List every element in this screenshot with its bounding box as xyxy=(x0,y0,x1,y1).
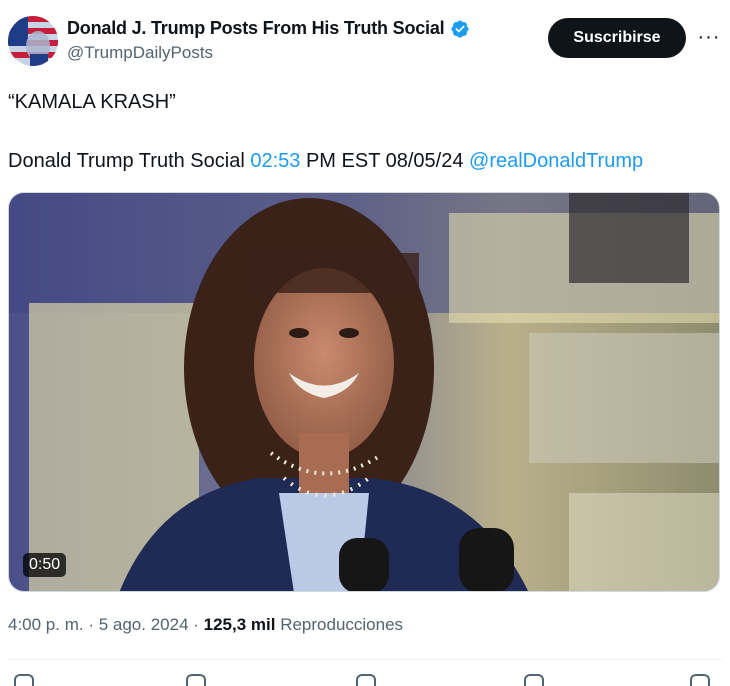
avatar-flag-image xyxy=(8,16,58,66)
more-options-icon[interactable]: ··· xyxy=(696,24,722,50)
views-label: Reproducciones xyxy=(275,615,404,634)
video-player[interactable]: 0:50 xyxy=(8,192,720,592)
post-text-line-1: “KAMALA KRASH” xyxy=(8,91,176,113)
video-thumbnail xyxy=(9,193,719,591)
like-icon[interactable] xyxy=(356,674,376,686)
post-text-line-2: Donald Trump Truth Social 02:53 PM EST 0… xyxy=(8,150,643,173)
divider xyxy=(8,659,722,660)
post-text-middle: PM EST 08/05/24 xyxy=(300,150,470,172)
reply-icon[interactable] xyxy=(14,674,34,686)
author-name[interactable]: Donald J. Trump Posts From His Truth Soc… xyxy=(67,18,445,39)
time-link[interactable]: 02:53 xyxy=(250,150,300,172)
share-icon[interactable] xyxy=(690,674,710,686)
bookmark-icon[interactable] xyxy=(524,674,544,686)
meta-separator: · xyxy=(83,615,99,634)
post-time[interactable]: 4:00 p. m. xyxy=(8,615,84,634)
author-handle[interactable]: @TrumpDailyPosts xyxy=(67,43,470,63)
post-text-prefix: Donald Trump Truth Social xyxy=(8,150,251,172)
verified-badge-icon xyxy=(451,19,470,38)
avatar[interactable] xyxy=(8,16,58,66)
video-duration-badge: 0:50 xyxy=(23,553,67,577)
subscribe-button[interactable]: Suscribirse xyxy=(548,18,686,58)
views-count: 125,3 mil xyxy=(203,615,276,634)
meta-separator: · xyxy=(188,615,204,634)
mention-link[interactable]: @realDonaldTrump xyxy=(469,150,643,172)
author-block: Donald J. Trump Posts From His Truth Soc… xyxy=(67,18,470,63)
post-date[interactable]: 5 ago. 2024 xyxy=(99,615,189,634)
post-meta: 4:00 p. m. · 5 ago. 2024 · 125,3 mil Rep… xyxy=(8,615,403,635)
repost-icon[interactable] xyxy=(186,674,206,686)
